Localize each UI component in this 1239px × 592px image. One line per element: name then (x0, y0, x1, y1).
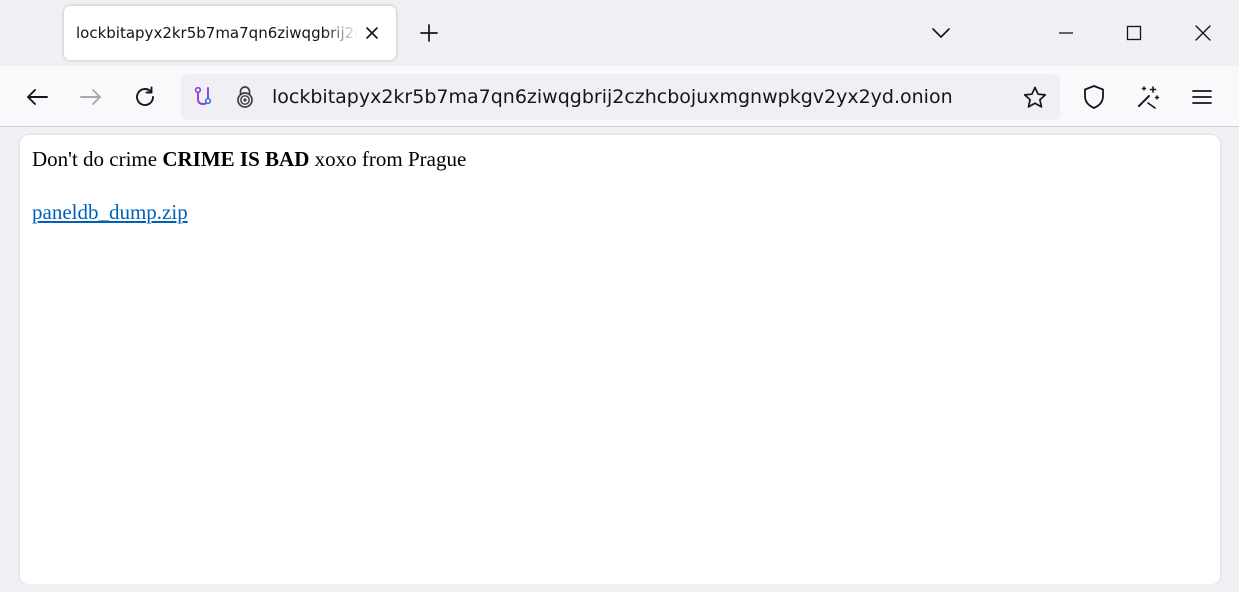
download-link[interactable]: paneldb_dump.zip (32, 200, 188, 225)
close-icon (1194, 24, 1212, 42)
minimize-button[interactable] (1043, 10, 1089, 56)
onion-lock-icon[interactable] (233, 85, 257, 109)
tab-strip: lockbitapyx2kr5b7ma7qn6ziwqgbrij2czhcboj… (0, 0, 1239, 66)
url-text[interactable]: lockbitapyx2kr5b7ma7qn6ziwqgbrij2czhcboj… (272, 74, 953, 120)
navigation-toolbar: lockbitapyx2kr5b7ma7qn6ziwqgbrij2czhcboj… (0, 66, 1239, 127)
reload-icon (133, 85, 157, 109)
magic-wand-icon (1135, 84, 1161, 110)
reload-button[interactable] (126, 78, 164, 116)
forward-arrow-icon (79, 87, 103, 107)
application-menu-button[interactable] (1183, 78, 1221, 116)
active-tab[interactable]: lockbitapyx2kr5b7ma7qn6ziwqgbrij2czhcboj… (64, 6, 396, 60)
maximize-button[interactable] (1111, 10, 1157, 56)
maximize-icon (1126, 25, 1142, 41)
page-content: Don't do crime CRIME IS BAD xoxo from Pr… (20, 135, 1220, 584)
message-bold-text: CRIME IS BAD (162, 147, 310, 171)
minimize-icon (1058, 31, 1074, 35)
shield-icon (1082, 84, 1106, 110)
message-text-start: Don't do crime (32, 147, 163, 171)
star-icon[interactable] (1021, 84, 1049, 112)
close-icon[interactable] (362, 23, 382, 43)
window-bottom-edge (0, 584, 1239, 592)
list-all-tabs-button[interactable] (922, 16, 960, 50)
tracking-protection-button[interactable] (1075, 78, 1113, 116)
tab-title: lockbitapyx2kr5b7ma7qn6ziwqgbrij2czhcboj… (76, 24, 358, 42)
window-close-button[interactable] (1180, 10, 1226, 56)
back-arrow-icon (25, 87, 49, 107)
new-tab-button[interactable] (410, 14, 448, 52)
address-bar[interactable]: lockbitapyx2kr5b7ma7qn6ziwqgbrij2czhcboj… (181, 74, 1060, 120)
hamburger-menu-icon (1192, 89, 1212, 105)
chevron-down-icon (931, 27, 951, 39)
extensions-button[interactable] (1129, 78, 1167, 116)
forward-button[interactable] (72, 78, 110, 116)
back-button[interactable] (18, 78, 56, 116)
circuit-icon[interactable] (191, 85, 215, 109)
message-text-end: xoxo from Prague (309, 147, 467, 171)
plus-icon (419, 23, 439, 43)
page-message: Don't do crime CRIME IS BAD xoxo from Pr… (32, 147, 466, 172)
